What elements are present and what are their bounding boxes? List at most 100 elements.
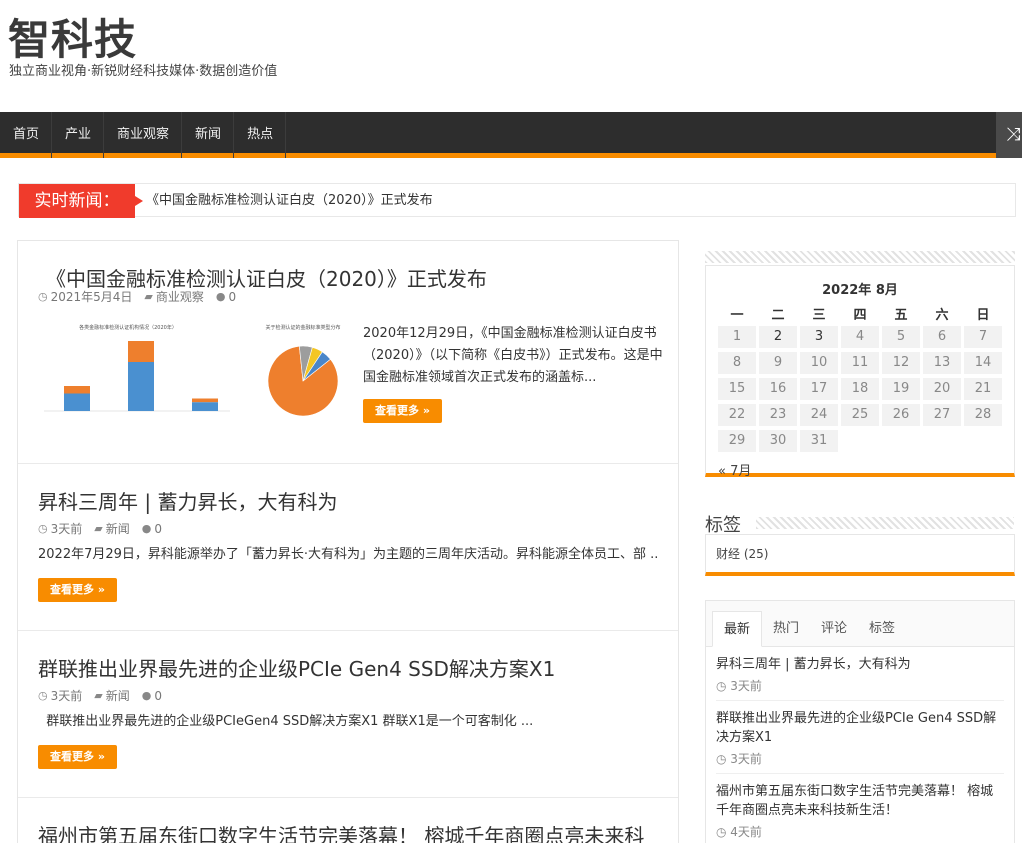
calendar-day: 5	[882, 326, 920, 348]
tab-0[interactable]: 最新	[712, 611, 763, 647]
folder-icon: ▰	[94, 689, 103, 702]
calendar-stripe	[705, 251, 1015, 263]
post-title[interactable]: 昇科三周年 | 蓄力昇长，大有科为	[38, 486, 337, 515]
main-nav: 首页 产业 商业观察 新闻 热点 ⤨	[0, 112, 1022, 158]
post-excerpt: 2020年12月29日，《中国金融标准检测认证白皮书（2020）》（以下简称《白…	[363, 326, 663, 385]
tabs-bar: 最新 热门 评论 标签	[706, 601, 1014, 647]
post-item: 群联推出业界最先进的企业级PCIe Gen4 SSD解决方案X1 ◷ 3天前 ▰ 新…	[18, 631, 678, 798]
calendar-day: 11	[841, 352, 879, 374]
tab-post-list: 昇科三周年 | 蓄力昇长，大有科为 ◷ 3天前群联推出业界最先进的企业级PCIe …	[706, 647, 1014, 843]
calendar-day: 1	[718, 326, 756, 348]
post-thumbnail[interactable]: 各类金融标准检测认证机构情况（2020年） 关于检测认证的金融标准类型分布	[38, 323, 350, 438]
comment-icon: ●	[141, 522, 152, 535]
calendar-day: 8	[718, 352, 756, 374]
calendar-day: 29	[718, 430, 756, 452]
calendar-weekday: 二	[771, 308, 785, 323]
post-category[interactable]: 新闻	[106, 687, 130, 704]
calendar-day: 19	[882, 378, 920, 400]
calendar-weekday: 六	[935, 308, 949, 323]
post-title[interactable]: 福州市第五届东街口数字生活节完美落幕！ 榕城千年商圈点亮未来科	[38, 820, 644, 843]
tab-list-item: 福州市第五届东街口数字生活节完美落幕！ 榕城千年商圈点亮未来科技新生活！ ◷ 4天…	[716, 774, 1004, 843]
tab-3[interactable]: 标签	[858, 611, 906, 647]
post-item: 《中国金融标准检测认证白皮（2020）》正式发布 ◷ 2021年5月4日 ▰ 商业观…	[18, 241, 678, 464]
nav-item-business[interactable]: 商业观察	[104, 112, 183, 158]
thumbnail-chart: 各类金融标准检测认证机构情况（2020年） 关于检测认证的金融标准类型分布	[44, 324, 341, 417]
calendar-day: 24	[800, 404, 838, 426]
tab-item-title[interactable]: 群联推出业界最先进的企业级PCIe Gen4 SSD解决方案X1	[716, 709, 1004, 747]
calendar-day: 10	[800, 352, 838, 374]
calendar-day: 30	[759, 430, 797, 452]
thumb-bar-segment	[128, 341, 154, 362]
tags-stripe	[756, 517, 1014, 529]
calendar-day: 27	[923, 404, 961, 426]
calendar-day: 9	[759, 352, 797, 374]
calendar-widget: 2022年 8月 一二三四五六日 1 2 3 4 5 6 7 8 9 10 11 12 13 14 15 16…	[705, 265, 1015, 479]
nav-item-news[interactable]: 新闻	[182, 112, 235, 158]
tab-item-time: ◷ 4天前	[716, 825, 762, 839]
post-list: 《中国金融标准检测认证白皮（2020）》正式发布 ◷ 2021年5月4日 ▰ 商业观…	[17, 240, 679, 843]
post-comments[interactable]: 0	[154, 522, 162, 536]
comment-icon: ●	[141, 689, 152, 702]
post-excerpt: 2022年7月29日，昇科能源举办了「蓄力昇长·大有科为」为主题的三周年庆活动。…	[38, 547, 658, 562]
post-item: 福州市第五届东街口数字生活节完美落幕！ 榕城千年商圈点亮未来科	[18, 798, 678, 843]
calendar-weekday: 四	[853, 308, 867, 323]
calendar-day: 12	[882, 352, 920, 374]
tab-item-title[interactable]: 昇科三周年 | 蓄力昇长，大有科为	[716, 655, 1004, 674]
nav-item-hot[interactable]: 热点	[234, 112, 287, 158]
calendar-weekday: 五	[894, 308, 908, 323]
read-more-button[interactable]: 查看更多 »	[38, 745, 117, 769]
calendar-day: 25	[841, 404, 879, 426]
calendar-day: 23	[759, 404, 797, 426]
read-more-button[interactable]: 查看更多 »	[363, 399, 442, 423]
tab-item-time: ◷ 3天前	[716, 679, 762, 693]
calendar-day: 21	[964, 378, 1002, 400]
comment-icon: ●	[215, 290, 226, 303]
folder-icon: ▰	[94, 522, 103, 535]
thumb-bar	[128, 362, 154, 411]
calendar-prev-month[interactable]: « 7月	[718, 460, 1002, 479]
thumb-bar-segment	[64, 386, 90, 394]
calendar-day[interactable]: 3	[800, 326, 838, 348]
post-comments[interactable]: 0	[154, 689, 162, 703]
thumb-bar	[64, 393, 90, 411]
calendar-day: 26	[882, 404, 920, 426]
calendar-day: 31	[800, 430, 838, 452]
tags-widget: 财经 (25)	[705, 534, 1015, 576]
calendar-caption: 2022年 8月	[822, 283, 898, 298]
tabs-widget: 最新 热门 评论 标签 昇科三周年 | 蓄力昇长，大有科为 ◷ 3天前群联推出业界最先进…	[705, 600, 1015, 843]
calendar-weekday: 一	[730, 308, 744, 323]
tab-list-item: 昇科三周年 | 蓄力昇长，大有科为 ◷ 3天前	[716, 647, 1004, 701]
thumb-bar-segment	[192, 398, 218, 403]
read-more-button[interactable]: 查看更多 »	[38, 578, 117, 602]
tab-2[interactable]: 评论	[810, 611, 858, 647]
post-date: 3天前	[50, 522, 83, 536]
post-title[interactable]: 群联推出业界最先进的企业级PCIe Gen4 SSD解决方案X1	[38, 653, 555, 682]
post-category[interactable]: 新闻	[106, 520, 130, 537]
shuffle-icon[interactable]: ⤨	[996, 112, 1022, 158]
folder-icon: ▰	[144, 290, 153, 303]
site-title[interactable]: 智科技	[8, 6, 137, 67]
calendar-day: 6	[923, 326, 961, 348]
breaking-news-link[interactable]: 《中国金融标准检测认证白皮（2020）》正式发布	[146, 184, 433, 218]
thumb-bar	[192, 402, 218, 411]
calendar-day: 14	[964, 352, 1002, 374]
calendar-day: 7	[964, 326, 1002, 348]
calendar-day: 16	[759, 378, 797, 400]
post-comments[interactable]: 0	[229, 290, 237, 304]
post-category[interactable]: 商业观察	[156, 288, 204, 305]
nav-item-industry[interactable]: 产业	[52, 112, 105, 158]
calendar-weekday: 三	[812, 308, 826, 323]
calendar-day[interactable]: 2	[759, 326, 797, 348]
clock-icon: ◷	[38, 290, 48, 303]
calendar-weekdays: 一二三四五六日	[718, 304, 1002, 323]
calendar-day: 4	[841, 326, 879, 348]
post-meta: ◷ 3天前 ▰ 新闻 ● 0	[38, 520, 162, 537]
tab-1[interactable]: 热门	[762, 611, 810, 647]
nav-item-home[interactable]: 首页	[0, 112, 53, 158]
calendar-day: 17	[800, 378, 838, 400]
tag-link[interactable]: 财经 (25)	[716, 547, 768, 561]
clock-icon: ◷	[38, 522, 48, 535]
breaking-news-label: 实时新闻：	[19, 184, 143, 218]
calendar-day: 18	[841, 378, 879, 400]
tab-item-title[interactable]: 福州市第五届东街口数字生活节完美落幕！ 榕城千年商圈点亮未来科技新生活！	[716, 782, 1004, 820]
